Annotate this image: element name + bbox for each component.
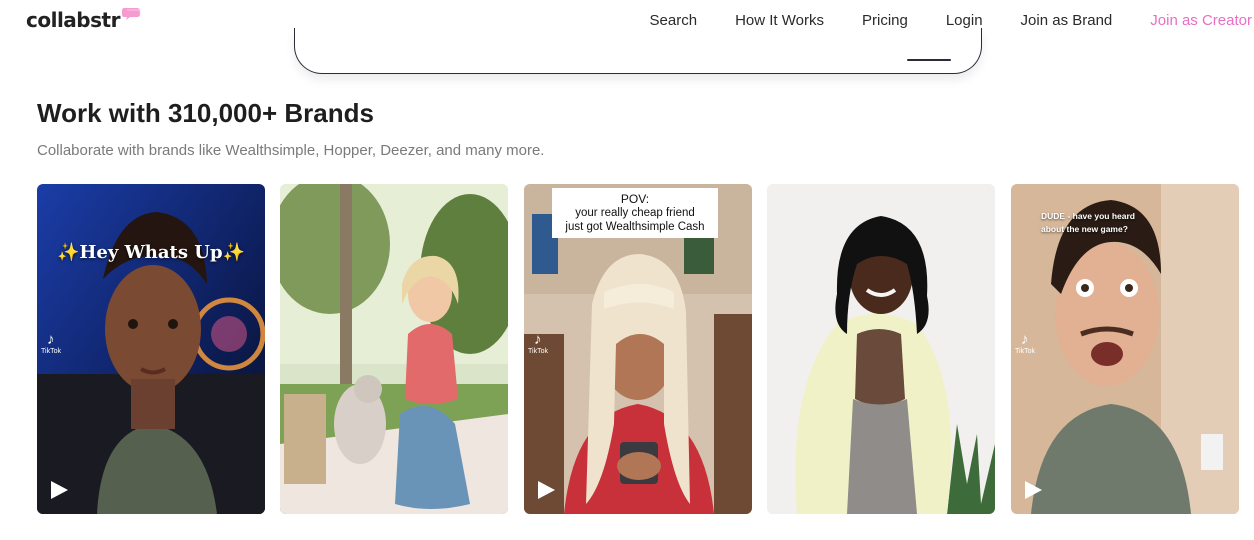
tiktok-label: TikTok [528, 348, 548, 355]
nav-search-link[interactable]: Search [650, 12, 698, 29]
video-caption-title: POV: [620, 192, 650, 206]
play-icon[interactable] [536, 480, 556, 500]
creator-video-card-4[interactable] [767, 184, 995, 514]
search-button-edge[interactable] [907, 59, 951, 61]
tiktok-icon: ♪ [534, 331, 542, 348]
video-caption-line-1: your really cheap friend [575, 207, 695, 219]
video-caption: DUDE - have you heard about the new game… [1041, 211, 1135, 234]
nav-join-as-brand-link[interactable]: Join as Brand [1021, 12, 1113, 29]
play-icon[interactable] [49, 480, 69, 500]
tiktok-icon: ♪ [1021, 331, 1029, 348]
nav-pricing-link[interactable]: Pricing [862, 12, 908, 29]
tiktok-icon: ♪ [47, 331, 55, 348]
logo-text: collabstr [26, 8, 120, 32]
nav-how-it-works-link[interactable]: How It Works [735, 12, 824, 29]
section-title: Work with 310,000+ Brands [37, 98, 374, 128]
tiktok-label: TikTok [1015, 348, 1035, 355]
play-icon[interactable] [1023, 480, 1043, 500]
creator-photo-thumbnail [767, 184, 995, 514]
section-subtitle: Collaborate with brands like Wealthsimpl… [37, 142, 545, 159]
logo[interactable]: collabstr [26, 6, 141, 34]
tiktok-watermark: ♪ TikTok [528, 332, 568, 356]
creator-video-card-3[interactable]: POV: your really cheap friend just got W… [524, 184, 752, 514]
tiktok-watermark: ♪ TikTok [41, 332, 81, 356]
search-bar[interactable] [294, 28, 982, 74]
nav-login-link[interactable]: Login [946, 12, 983, 29]
creator-photo-thumbnail [280, 184, 508, 514]
video-caption: ✨Hey Whats Up✨ [57, 242, 245, 263]
speech-bubble-icon [121, 8, 141, 20]
creator-video-card-1[interactable]: ✨Hey Whats Up✨ ♪ TikTok [37, 184, 265, 514]
tiktok-label: TikTok [41, 348, 61, 355]
video-caption-box: POV: your really cheap friend just got W… [552, 188, 718, 238]
nav-join-as-creator-link[interactable]: Join as Creator [1150, 12, 1252, 29]
tiktok-watermark: ♪ TikTok [1015, 332, 1055, 356]
creator-video-card-5[interactable]: DUDE - have you heard about the new game… [1011, 184, 1239, 514]
creator-video-card-2[interactable] [280, 184, 508, 514]
video-caption-line-2: just got Wealthsimple Cash [565, 221, 705, 233]
